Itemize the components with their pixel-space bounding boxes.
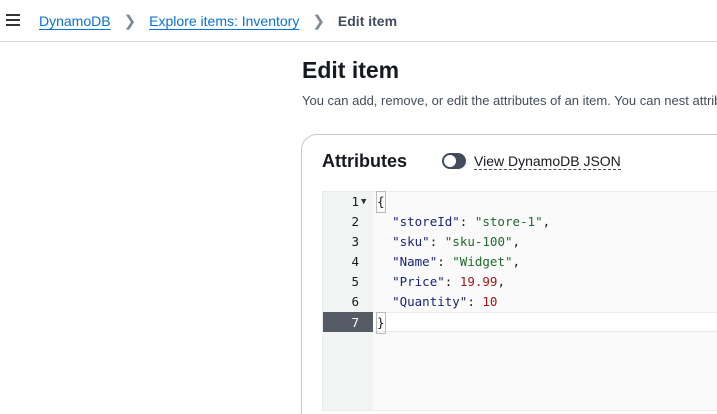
breadcrumb: DynamoDB ❯ Explore items: Inventory ❯ Ed… bbox=[39, 12, 397, 30]
json-entry: "sku": "sku-100", bbox=[392, 234, 521, 249]
json-entry: "Quantity": 10 bbox=[392, 294, 498, 309]
json-key: "storeId" bbox=[392, 214, 460, 229]
page-description: You can add, remove, or edit the attribu… bbox=[302, 93, 717, 108]
line-number: 2 bbox=[351, 214, 359, 229]
json-entry: "Name": "Widget", bbox=[392, 254, 521, 269]
json-value: "Widget" bbox=[452, 254, 513, 269]
top-navigation: DynamoDB ❯ Explore items: Inventory ❯ Ed… bbox=[0, 0, 717, 42]
code-line[interactable]: 3 "sku": "sku-100", bbox=[323, 232, 717, 252]
menu-icon[interactable] bbox=[6, 14, 20, 26]
json-key: "Quantity" bbox=[392, 294, 468, 309]
code-line[interactable]: 2 "storeId": "store-1", bbox=[323, 212, 717, 232]
json-key: "sku" bbox=[392, 234, 430, 249]
code-line[interactable]: 1 ▼ { bbox=[323, 191, 717, 213]
comma: , bbox=[512, 254, 521, 269]
json-editor[interactable]: 1 ▼{2 "storeId": "store-1", 3 "sku": "sku-… bbox=[322, 191, 717, 411]
json-value: 19.99 bbox=[459, 274, 498, 289]
close-brace: } bbox=[376, 312, 386, 334]
line-number: 4 bbox=[351, 254, 359, 269]
breadcrumb-explore-items[interactable]: Explore items: Inventory bbox=[149, 13, 299, 29]
breadcrumb-current: Edit item bbox=[337, 13, 398, 29]
comma: , bbox=[542, 214, 551, 229]
fold-caret-icon[interactable]: ▼ bbox=[361, 192, 366, 212]
view-dynamodb-json-label[interactable]: View DynamoDB JSON bbox=[474, 153, 621, 170]
json-key: "Name" bbox=[392, 254, 438, 269]
json-value: "sku-100" bbox=[444, 234, 513, 249]
line-number: 1 bbox=[351, 194, 359, 209]
line-number: 7 bbox=[351, 315, 359, 330]
code-line[interactable]: 6 "Quantity": 10 bbox=[323, 292, 717, 312]
chevron-right-icon: ❯ bbox=[312, 13, 325, 30]
breadcrumb-dynamodb[interactable]: DynamoDB bbox=[39, 13, 111, 29]
line-number: 6 bbox=[351, 294, 359, 309]
code-line[interactable]: 5 "Price": 19.99, bbox=[323, 272, 717, 292]
json-key: "Price" bbox=[392, 274, 445, 289]
json-value: 10 bbox=[482, 294, 498, 309]
attributes-heading: Attributes bbox=[322, 151, 407, 171]
code-line[interactable]: 4 "Name": "Widget", bbox=[323, 252, 717, 272]
json-value: "store-1" bbox=[474, 214, 543, 229]
comma: , bbox=[497, 274, 505, 289]
line-number: 5 bbox=[351, 274, 359, 289]
view-dynamodb-json-toggle[interactable] bbox=[442, 153, 466, 169]
code-line[interactable]: 7} bbox=[323, 312, 717, 334]
json-entry: "storeId": "store-1", bbox=[392, 214, 551, 229]
chevron-right-icon: ❯ bbox=[123, 13, 137, 30]
line-number: 3 bbox=[351, 234, 359, 249]
open-brace: { bbox=[376, 191, 386, 213]
comma: , bbox=[512, 234, 521, 249]
json-entry: "Price": 19.99, bbox=[392, 274, 505, 289]
page-title: Edit item bbox=[302, 57, 400, 83]
